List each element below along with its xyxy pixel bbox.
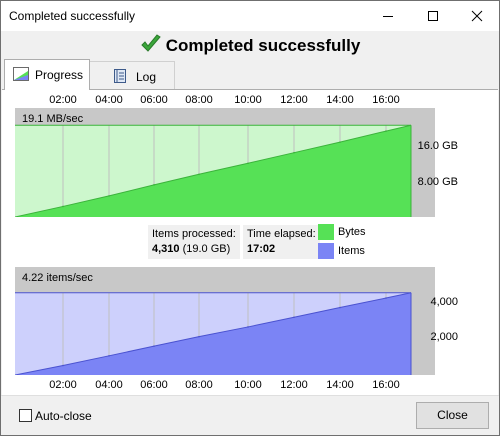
completion-headline: Completed successfully xyxy=(1,34,499,56)
minimize-button[interactable] xyxy=(366,1,410,31)
tab-progress[interactable]: Progress xyxy=(4,59,90,90)
time-tick: 10:00 xyxy=(234,379,262,391)
data-point xyxy=(153,184,155,186)
title-bar: Completed successfully xyxy=(1,1,499,31)
footer-bar: Auto-close Close xyxy=(1,395,499,435)
time-tick: 06:00 xyxy=(140,379,168,391)
app-window: Completed successfully Completed success… xyxy=(0,0,500,436)
data-point xyxy=(198,335,200,338)
auto-close-checkbox[interactable] xyxy=(19,409,32,422)
tab-log-label: Log xyxy=(136,70,157,84)
legend-items-swatch xyxy=(318,243,334,259)
data-point xyxy=(293,151,295,154)
data-point xyxy=(293,316,295,319)
log-book-icon xyxy=(114,69,126,83)
time-tick: 14:00 xyxy=(326,379,354,391)
time-tick: 04:00 xyxy=(95,94,123,106)
time-axis-bottom: 02:00 04:00 06:00 08:00 10:00 12:00 14:0… xyxy=(2,379,498,393)
items-rate: 4.22 items/sec xyxy=(22,272,93,284)
bytes-y-label: 8.00 GB xyxy=(417,176,458,188)
time-elapsed-label: Time elapsed: xyxy=(247,228,316,240)
legend-bytes-label: Bytes xyxy=(338,226,366,238)
data-point xyxy=(198,173,200,176)
data-point xyxy=(153,345,155,347)
items-processed-value: 4,310 xyxy=(152,243,180,255)
time-tick: 14:00 xyxy=(326,94,354,106)
time-tick: 02:00 xyxy=(49,379,77,391)
time-tick: 02:00 xyxy=(49,94,77,106)
data-point xyxy=(108,195,110,197)
data-point xyxy=(385,130,387,132)
bytes-rate: 19.1 MB/sec xyxy=(22,113,84,125)
legend-items-label: Items xyxy=(338,245,365,257)
bytes-y-label: 16.0 GB xyxy=(417,140,458,152)
tab-bar: Progress Log xyxy=(1,59,499,90)
maximize-icon xyxy=(428,11,438,21)
data-point xyxy=(247,326,249,328)
time-axis-top: 02:00 04:00 06:00 08:00 10:00 12:00 14:0… xyxy=(2,94,498,108)
progress-panel: 02:00 04:00 06:00 08:00 10:00 12:00 14:0… xyxy=(2,89,498,396)
bytes-chart: 19.1 MB/sec xyxy=(15,108,435,217)
close-icon xyxy=(471,10,483,22)
items-chart: 4.22 items/sec xyxy=(15,267,435,375)
time-tick: 12:00 xyxy=(280,94,308,106)
progress-chart-icon xyxy=(13,67,29,81)
time-tick: 08:00 xyxy=(185,94,213,106)
data-point xyxy=(385,297,387,299)
time-tick: 06:00 xyxy=(140,94,168,106)
time-tick: 12:00 xyxy=(280,379,308,391)
check-icon xyxy=(140,34,161,52)
maximize-button[interactable] xyxy=(411,1,455,31)
items-processed-stat: Items processed: 4,310 (19.0 GB) xyxy=(148,225,240,259)
data-point xyxy=(339,141,341,143)
items-y-label: 4,000 xyxy=(430,296,458,308)
tab-log[interactable]: Log xyxy=(89,61,175,89)
time-tick: 10:00 xyxy=(234,94,262,106)
headline-text: Completed successfully xyxy=(165,36,361,55)
minimize-icon xyxy=(383,16,393,17)
time-tick: 16:00 xyxy=(372,94,400,106)
items-processed-size: (19.0 GB) xyxy=(182,243,231,255)
auto-close-label[interactable]: Auto-close xyxy=(35,409,92,423)
data-point xyxy=(247,162,249,165)
data-point xyxy=(108,355,110,357)
items-processed-label: Items processed: xyxy=(152,228,236,240)
data-point xyxy=(62,364,64,367)
close-window-button[interactable] xyxy=(455,1,499,31)
close-button[interactable]: Close xyxy=(416,402,489,429)
time-elapsed-value: 17:02 xyxy=(247,243,276,255)
time-tick: 04:00 xyxy=(95,379,123,391)
window-title: Completed successfully xyxy=(9,9,136,23)
items-y-label: 2,000 xyxy=(430,331,458,343)
legend-bytes-swatch xyxy=(318,224,334,240)
tab-progress-label: Progress xyxy=(35,68,84,82)
time-tick: 08:00 xyxy=(185,379,213,391)
time-elapsed-stat: Time elapsed: 17:02 xyxy=(243,225,320,259)
data-point xyxy=(62,205,64,208)
data-point xyxy=(339,306,341,309)
time-tick: 16:00 xyxy=(372,379,400,391)
